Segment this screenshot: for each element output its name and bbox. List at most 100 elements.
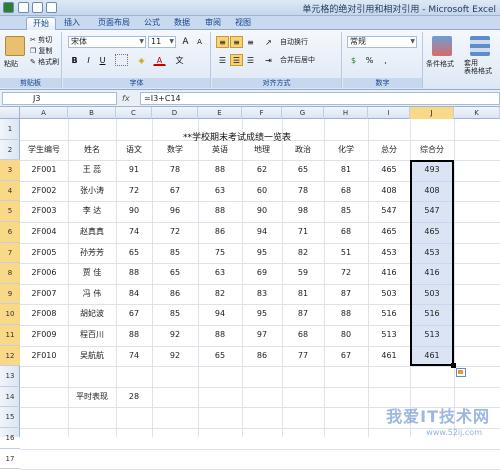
data-cell[interactable]: 88: [116, 263, 152, 284]
header-cell[interactable]: 英语: [198, 140, 242, 161]
copy-button[interactable]: ❐ 复制: [30, 46, 53, 56]
font-name-combo[interactable]: 宋体 ▼: [68, 36, 146, 48]
column-header-i[interactable]: I: [368, 107, 410, 119]
row-header-4[interactable]: 4: [0, 180, 20, 202]
column-header-j[interactable]: J: [410, 107, 454, 119]
data-cell[interactable]: 吴航航: [68, 346, 116, 367]
data-cell[interactable]: 65: [116, 243, 152, 264]
header-cell[interactable]: 学生编号: [20, 140, 68, 161]
data-cell[interactable]: 87: [282, 304, 324, 325]
data-cell[interactable]: 72: [324, 263, 368, 284]
data-cell[interactable]: 92: [152, 325, 198, 346]
header-cell[interactable]: 语文: [116, 140, 152, 161]
fx-icon[interactable]: fx: [122, 92, 130, 105]
data-cell[interactable]: 95: [242, 304, 282, 325]
tab-2[interactable]: 页面布局: [92, 17, 136, 30]
header-cell[interactable]: 数学: [152, 140, 198, 161]
data-cell[interactable]: 63: [198, 181, 242, 202]
align-bottom-icon[interactable]: ≡: [244, 36, 257, 48]
data-cell[interactable]: 88: [116, 325, 152, 346]
data-cell[interactable]: 冯 伟: [68, 284, 116, 305]
data-cell[interactable]: 92: [152, 346, 198, 367]
data-cell[interactable]: 74: [116, 222, 152, 243]
column-header-f[interactable]: F: [242, 107, 282, 119]
data-cell[interactable]: 547: [368, 201, 410, 222]
excel-logo-icon[interactable]: [3, 2, 14, 13]
row-header-11[interactable]: 11: [0, 325, 20, 346]
conditional-format-icon[interactable]: [432, 36, 452, 56]
row-header-15[interactable]: 15: [0, 407, 20, 428]
data-cell[interactable]: 74: [116, 346, 152, 367]
align-top-icon[interactable]: ≡: [216, 36, 229, 48]
data-cell[interactable]: 67: [152, 181, 198, 202]
data-cell[interactable]: 88: [198, 325, 242, 346]
data-cell[interactable]: 胡妃波: [68, 304, 116, 325]
paste-icon[interactable]: [5, 36, 25, 56]
percent-button[interactable]: %: [363, 54, 376, 66]
data-cell[interactable]: 88: [324, 304, 368, 325]
data-cell[interactable]: 张小涛: [68, 181, 116, 202]
data-cell[interactable]: 67: [324, 346, 368, 367]
data-cell[interactable]: 贾 佳: [68, 263, 116, 284]
data-cell[interactable]: 85: [152, 243, 198, 264]
undo-icon[interactable]: [32, 2, 43, 13]
data-cell[interactable]: 97: [242, 325, 282, 346]
data-cell[interactable]: 86: [242, 346, 282, 367]
column-header-b[interactable]: B: [68, 107, 116, 119]
data-cell[interactable]: 465: [368, 160, 410, 181]
data-cell[interactable]: 孙芳芳: [68, 243, 116, 264]
align-center-icon[interactable]: ☰: [230, 54, 243, 66]
row-header-1[interactable]: 1: [0, 119, 20, 140]
data-cell[interactable]: 86: [152, 284, 198, 305]
row-header-17[interactable]: 17: [0, 449, 20, 470]
row-header-3[interactable]: 3: [0, 160, 20, 181]
column-header-c[interactable]: C: [116, 107, 152, 119]
data-cell[interactable]: 95: [242, 243, 282, 264]
data-cell[interactable]: 68: [324, 181, 368, 202]
column-header-a[interactable]: A: [20, 107, 68, 119]
tab-5[interactable]: 审阅: [199, 17, 227, 30]
data-cell[interactable]: 96: [152, 201, 198, 222]
data-cell[interactable]: 51: [324, 243, 368, 264]
tab-3[interactable]: 公式: [138, 17, 166, 30]
data-cell[interactable]: 程百川: [68, 325, 116, 346]
cut-button[interactable]: ✂ 剪切: [30, 35, 52, 45]
data-cell[interactable]: 516: [368, 304, 410, 325]
font-size-combo[interactable]: 11 ▼: [148, 36, 176, 48]
tab-6[interactable]: 视图: [229, 17, 257, 30]
data-cell[interactable]: 453: [410, 243, 454, 264]
tab-4[interactable]: 数据: [168, 17, 196, 30]
format-painter-button[interactable]: ✎ 格式刷: [30, 57, 59, 67]
data-cell[interactable]: 72: [116, 181, 152, 202]
data-cell[interactable]: 2F007: [20, 284, 68, 305]
data-cell[interactable]: 2F005: [20, 243, 68, 264]
data-cell[interactable]: 78: [152, 160, 198, 181]
table-format-button[interactable]: 套用 表格格式: [464, 59, 492, 75]
currency-icon[interactable]: $: [347, 54, 360, 66]
data-cell[interactable]: 493: [410, 160, 454, 181]
row-header-6[interactable]: 6: [0, 222, 20, 243]
data-cell[interactable]: 513: [410, 325, 454, 346]
row-header-5[interactable]: 5: [0, 201, 20, 222]
data-cell[interactable]: 2F001: [20, 160, 68, 181]
data-cell[interactable]: 2F010: [20, 346, 68, 367]
select-all-corner[interactable]: [0, 107, 20, 119]
data-cell[interactable]: 80: [324, 325, 368, 346]
name-box[interactable]: J3: [2, 92, 117, 105]
header-cell[interactable]: 地理: [242, 140, 282, 161]
data-cell[interactable]: 65: [152, 263, 198, 284]
data-cell[interactable]: 65: [198, 346, 242, 367]
data-cell[interactable]: 81: [324, 160, 368, 181]
row-header-9[interactable]: 9: [0, 283, 20, 305]
data-cell[interactable]: 68: [324, 222, 368, 243]
data-cell[interactable]: 90: [242, 201, 282, 222]
data-cell[interactable]: 416: [410, 263, 454, 284]
data-cell[interactable]: 2F009: [20, 325, 68, 346]
data-cell[interactable]: 465: [410, 222, 454, 243]
data-cell[interactable]: 408: [368, 181, 410, 202]
data-cell[interactable]: 461: [410, 346, 454, 367]
data-cell[interactable]: 63: [198, 263, 242, 284]
fill-color-icon[interactable]: ◈: [135, 54, 148, 66]
merge-center-button[interactable]: 合并后居中: [280, 55, 315, 65]
row-header-13[interactable]: 13: [0, 366, 20, 387]
